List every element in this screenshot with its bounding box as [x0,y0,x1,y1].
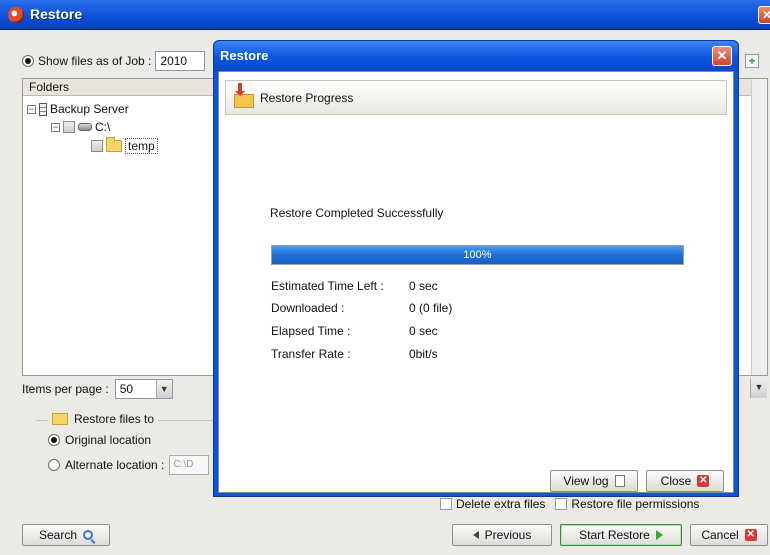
folder-icon [106,137,122,152]
alternate-location-option[interactable]: Alternate location : C:\D [48,455,210,475]
restore-files-to-group: Restore files to Original location Alter… [36,412,226,484]
progress-percent-label: 100% [463,249,492,261]
stat-row-downloaded: Downloaded : 0 (0 file) [271,301,452,319]
alternate-location-field[interactable]: C:\D [169,455,210,475]
stat-label: Elapsed Time : [271,324,351,338]
stat-value: 0 sec [409,324,438,338]
tree-label-server: Backup Server [50,102,129,116]
items-per-page-label: Items per page : [22,382,109,396]
delete-extra-files-checkbox[interactable] [440,498,452,510]
restore-files-to-legend: Restore files to [48,412,159,426]
restore-file-permissions-checkbox[interactable] [555,498,568,510]
cancel-button[interactable]: Cancel ✕ [690,524,768,546]
folders-scrollbar[interactable] [751,79,767,375]
stat-value: 0bit/s [409,347,438,361]
outer-close-icon[interactable]: ✕ [758,6,770,24]
outer-titlebar: Restore ✕ [0,0,770,30]
original-location-radio[interactable] [48,434,60,446]
outer-window-title: Restore [30,6,83,22]
job-select[interactable]: 2010 [155,51,206,71]
job-selector-row: Show files as of Job : 2010 [22,50,206,72]
restore-folder-icon [234,82,254,108]
collapse-icon[interactable]: − [51,122,60,132]
tree-label-temp: temp [125,138,158,154]
start-restore-button[interactable]: Start Restore [560,524,682,546]
stat-value: 0 (0 file) [409,301,453,315]
alternate-location-radio[interactable] [48,459,60,471]
chevron-down-icon[interactable]: ▼ [155,380,172,398]
chevron-down-icon[interactable]: ▼ [750,378,767,398]
server-icon [39,102,47,116]
restore-progress-bar: 100% [271,245,684,265]
cancel-button-label: Cancel [701,528,739,542]
dialog-titlebar: Restore ✕ [214,41,738,71]
previous-button-label: Previous [484,528,532,542]
stat-row-transfer-rate: Transfer Rate : 0bit/s [271,347,438,365]
search-button-label: Search [38,528,78,542]
search-icon [83,530,94,540]
close-button[interactable]: Close ✕ [646,470,724,492]
drive-icon [78,123,92,131]
restore-files-to-label: Restore files to [74,412,155,426]
original-location-option[interactable]: Original location [48,433,151,447]
restore-status-text: Restore Completed Successfully [270,206,444,220]
arrow-left-icon [472,531,479,539]
log-document-icon [614,475,625,487]
items-per-page-value: 50 [119,382,134,396]
close-x-icon: ✕ [697,475,710,487]
restore-progress-header: Restore Progress [225,80,727,115]
restore-options-row: Delete extra files Restore file permissi… [440,497,699,511]
stat-row-estimated-time: Estimated Time Left : 0 sec [271,279,438,297]
items-per-page-select[interactable]: 50 ▼ [114,379,173,399]
search-button[interactable]: Search [22,524,110,546]
view-log-button-label: View log [563,474,609,488]
tree-item-drive-c[interactable]: − C:\ [51,118,110,136]
previous-button[interactable]: Previous [452,524,552,546]
alternate-location-label: Alternate location : [65,458,165,472]
dialog-body: Restore Progress Restore Completed Succe… [218,71,734,493]
job-label: Show files as of Job : [38,54,152,68]
tree-item-backup-server[interactable]: − Backup Server [27,100,129,118]
restore-progress-dialog: Restore ✕ Restore Progress Restore Compl… [213,40,739,497]
drive-checkbox[interactable] [63,121,75,133]
delete-extra-files-option[interactable]: Delete extra files [440,497,545,511]
stat-row-elapsed-time: Elapsed Time : 0 sec [271,324,438,342]
close-icon[interactable]: ✕ [712,46,732,66]
tree-label-drive: C:\ [95,120,111,134]
restore-progress-title: Restore Progress [260,90,354,105]
start-restore-button-label: Start Restore [579,528,650,542]
restore-file-permissions-option[interactable]: Restore file permissions [555,497,699,511]
collapse-icon[interactable]: − [27,104,36,114]
view-log-button[interactable]: View log [550,470,638,492]
cancel-x-icon: ✕ [744,529,757,541]
stat-label: Estimated Time Left : [271,279,384,293]
arrow-right-icon [655,530,663,540]
restore-app-icon [8,7,24,23]
original-location-label: Original location [65,433,152,447]
dialog-title: Restore [220,48,269,63]
stat-label: Transfer Rate : [271,347,351,361]
tree-item-temp[interactable]: temp [91,137,158,155]
close-button-label: Close [660,474,692,488]
stat-label: Downloaded : [271,301,345,315]
temp-checkbox[interactable] [91,140,103,152]
add-icon[interactable]: + [745,54,759,68]
stat-value: 0 sec [409,279,438,293]
delete-extra-files-label: Delete extra files [456,497,546,511]
restore-file-permissions-label: Restore file permissions [571,497,700,511]
items-per-page-row: Items per page : 50 ▼ [22,378,173,400]
show-files-as-of-job-radio[interactable] [22,55,34,67]
restore-folder-icon [52,413,68,425]
